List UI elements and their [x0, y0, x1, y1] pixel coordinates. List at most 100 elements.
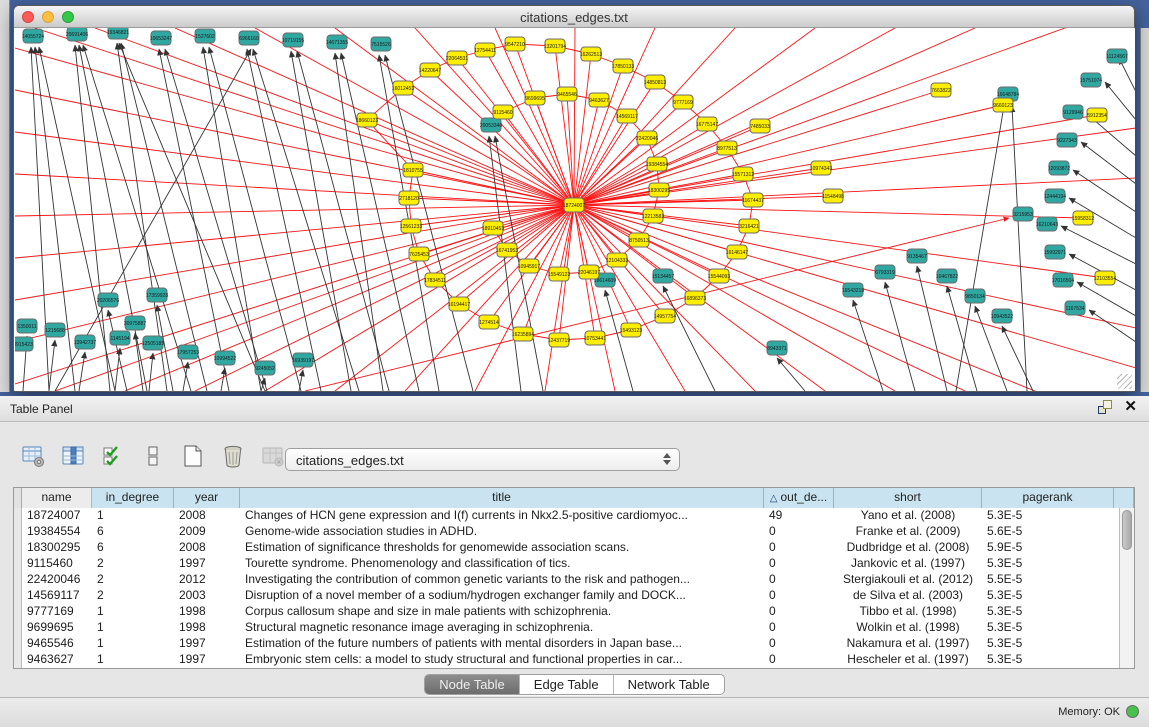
- network-node[interactable]: 13201794: [544, 39, 566, 53]
- network-node[interactable]: 20691406: [66, 28, 88, 41]
- network-node[interactable]: 7663822: [931, 83, 951, 97]
- network-node[interactable]: 11674437: [742, 193, 764, 207]
- network-node[interactable]: 16939197: [292, 353, 314, 367]
- network-node[interactable]: 12103554: [1094, 271, 1116, 285]
- network-node[interactable]: 8943371: [767, 341, 787, 355]
- network-node[interactable]: 16775147: [696, 117, 718, 131]
- column-header-title[interactable]: title: [240, 488, 764, 508]
- network-node[interactable]: 19384554: [646, 157, 668, 171]
- network-node[interactable]: 15549123: [548, 267, 570, 281]
- network-node[interactable]: 17957253: [177, 345, 199, 359]
- network-graph[interactable]: 1405572420691406193468211065324715276026…: [15, 28, 1135, 391]
- network-node[interactable]: 14850813: [644, 75, 666, 89]
- network-canvas-wrap[interactable]: 1405572420691406193468211065324715276026…: [15, 28, 1135, 391]
- close-panel-icon[interactable]: ✕: [1124, 400, 1137, 414]
- network-node[interactable]: 3215953: [1013, 207, 1033, 221]
- network-hub-node[interactable]: 18724007: [563, 198, 585, 212]
- network-node[interactable]: 9135467: [907, 249, 927, 263]
- network-node[interactable]: 15493123: [620, 323, 642, 337]
- network-node[interactable]: 16543218: [842, 283, 864, 297]
- network-node[interactable]: 18660123: [356, 113, 378, 127]
- table-row[interactable]: 1872400712008Changes of HCN gene express…: [14, 508, 1119, 524]
- network-node[interactable]: 15544093: [708, 269, 730, 283]
- window-resize-grip[interactable]: [1117, 374, 1132, 389]
- table-row[interactable]: 946362711997Embryonic stem cells: a mode…: [14, 652, 1119, 668]
- network-node[interactable]: 1527602: [195, 29, 215, 43]
- network-node[interactable]: 10467822: [936, 269, 958, 283]
- network-node[interactable]: 15992971: [1044, 245, 1066, 259]
- table-row[interactable]: 911546021997Tourette syndrome. Phenomeno…: [14, 556, 1119, 572]
- network-node[interactable]: 14220647: [419, 63, 441, 77]
- network-node[interactable]: 15134457: [652, 269, 674, 283]
- network-node[interactable]: 7485033: [750, 119, 770, 133]
- network-node[interactable]: 10719155: [282, 33, 304, 47]
- network-node[interactable]: 16210643: [1036, 217, 1058, 231]
- table-row[interactable]: 946554611997Estimation of the future num…: [14, 636, 1119, 652]
- network-node[interactable]: 1810755: [403, 163, 423, 177]
- network-node[interactable]: 7625453: [409, 247, 429, 261]
- network-node[interactable]: 1274514: [479, 315, 499, 329]
- network-node[interactable]: 17834511: [424, 273, 446, 287]
- network-node[interactable]: 1350011: [17, 319, 37, 333]
- network-node[interactable]: 22064531: [446, 51, 468, 65]
- table-row[interactable]: 1938455462009Genome-wide association stu…: [14, 524, 1119, 540]
- network-node[interactable]: 15571312: [732, 167, 754, 181]
- network-node[interactable]: 14671355: [326, 35, 348, 49]
- network-node[interactable]: 10994522: [214, 351, 236, 365]
- network-node[interactable]: 15958312: [1072, 211, 1094, 225]
- network-node[interactable]: 6793319: [875, 265, 895, 279]
- network-node[interactable]: 16896373: [684, 291, 706, 305]
- network-node[interactable]: 20053346: [480, 118, 502, 132]
- network-node[interactable]: 10653247: [150, 31, 172, 45]
- network-node[interactable]: 3915423: [15, 337, 33, 351]
- network-node[interactable]: 17850133: [612, 59, 634, 73]
- network-node[interactable]: 12754411: [474, 43, 496, 57]
- table-row[interactable]: 1830029562008Estimation of significance …: [14, 540, 1119, 556]
- network-node[interactable]: 1145194: [110, 331, 130, 345]
- network-node[interactable]: 9129946: [1063, 105, 1083, 119]
- network-node[interactable]: 14569117: [616, 109, 638, 123]
- table-settings-icon[interactable]: [20, 443, 46, 469]
- delete-icon[interactable]: [220, 443, 246, 469]
- network-node[interactable]: 1167534: [1065, 301, 1085, 315]
- network-node[interactable]: 11124567: [1106, 49, 1128, 63]
- network-node[interactable]: 9463627: [589, 93, 609, 107]
- network-node[interactable]: 15751074: [1080, 73, 1102, 87]
- table-row[interactable]: 1456911722003Disruption of a novel membe…: [14, 588, 1119, 604]
- network-node[interactable]: 14957754: [654, 309, 676, 323]
- network-node[interactable]: 22046197: [578, 265, 600, 279]
- float-panel-icon[interactable]: [1098, 400, 1112, 414]
- network-node[interactable]: 18300295: [648, 183, 670, 197]
- column-header-in_degree[interactable]: in_degree: [92, 488, 174, 508]
- network-node[interactable]: 12213583: [642, 209, 664, 223]
- network-node[interactable]: 9547210: [505, 37, 525, 51]
- table-vertical-scrollbar[interactable]: [1119, 508, 1134, 668]
- node-table[interactable]: namein_degreeyeartitle△out_de...shortpag…: [13, 487, 1135, 669]
- column-header-short[interactable]: short: [834, 488, 982, 508]
- tab-node-table[interactable]: Node Table: [425, 675, 520, 694]
- network-node[interactable]: 5912354: [1087, 108, 1107, 122]
- network-node[interactable]: 17359928: [146, 288, 168, 302]
- network-node[interactable]: 12093872: [1048, 161, 1070, 175]
- network-node[interactable]: 2718120: [399, 191, 419, 205]
- network-node[interactable]: 10753441: [584, 331, 606, 345]
- network-node[interactable]: 17016504: [1052, 273, 1074, 287]
- table-column-icon[interactable]: [60, 443, 86, 469]
- network-node[interactable]: 12437719: [548, 333, 570, 347]
- tab-network-table[interactable]: Network Table: [614, 675, 724, 694]
- network-node[interactable]: 10945917: [518, 259, 540, 273]
- network-node[interactable]: 1215688: [45, 323, 65, 337]
- network-node[interactable]: 12444194: [1044, 189, 1066, 203]
- network-node[interactable]: 12505185: [142, 336, 164, 350]
- network-node[interactable]: 10974343: [810, 161, 832, 175]
- column-header-pagerank[interactable]: pagerank: [982, 488, 1114, 508]
- table-row[interactable]: 2242004622012Investigating the contribut…: [14, 572, 1119, 588]
- select-rows-icon[interactable]: [100, 443, 126, 469]
- network-node[interactable]: 18910453: [482, 221, 504, 235]
- network-node[interactable]: 12104333: [606, 253, 628, 267]
- column-header-out_degree[interactable]: △out_de...: [764, 488, 834, 508]
- network-node[interactable]: 9699695: [525, 91, 545, 105]
- network-node[interactable]: 20206576: [97, 293, 119, 307]
- table-row[interactable]: 977716911998Corpus callosum shape and si…: [14, 604, 1119, 620]
- row-height-icon[interactable]: [140, 443, 166, 469]
